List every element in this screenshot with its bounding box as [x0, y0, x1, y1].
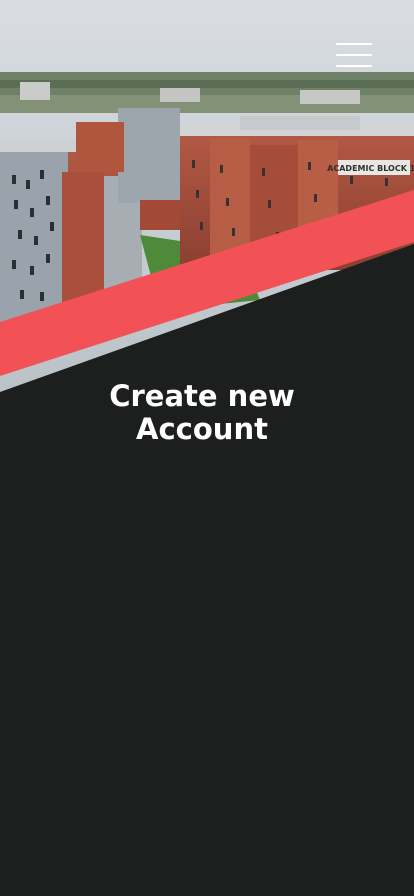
page-title-line-2: Account	[136, 412, 268, 446]
menu-bar-middle	[336, 54, 372, 56]
screen: ACADEMIC BLOCK 12 Create new Account	[0, 0, 414, 896]
page-title: Create new Account	[0, 380, 404, 446]
page-title-line-1: Create new	[109, 379, 295, 413]
hamburger-menu-icon[interactable]	[334, 41, 374, 69]
menu-bar-top	[336, 43, 372, 45]
menu-bar-bottom	[336, 65, 372, 67]
building-sign-text: ACADEMIC BLOCK 12	[327, 164, 414, 173]
